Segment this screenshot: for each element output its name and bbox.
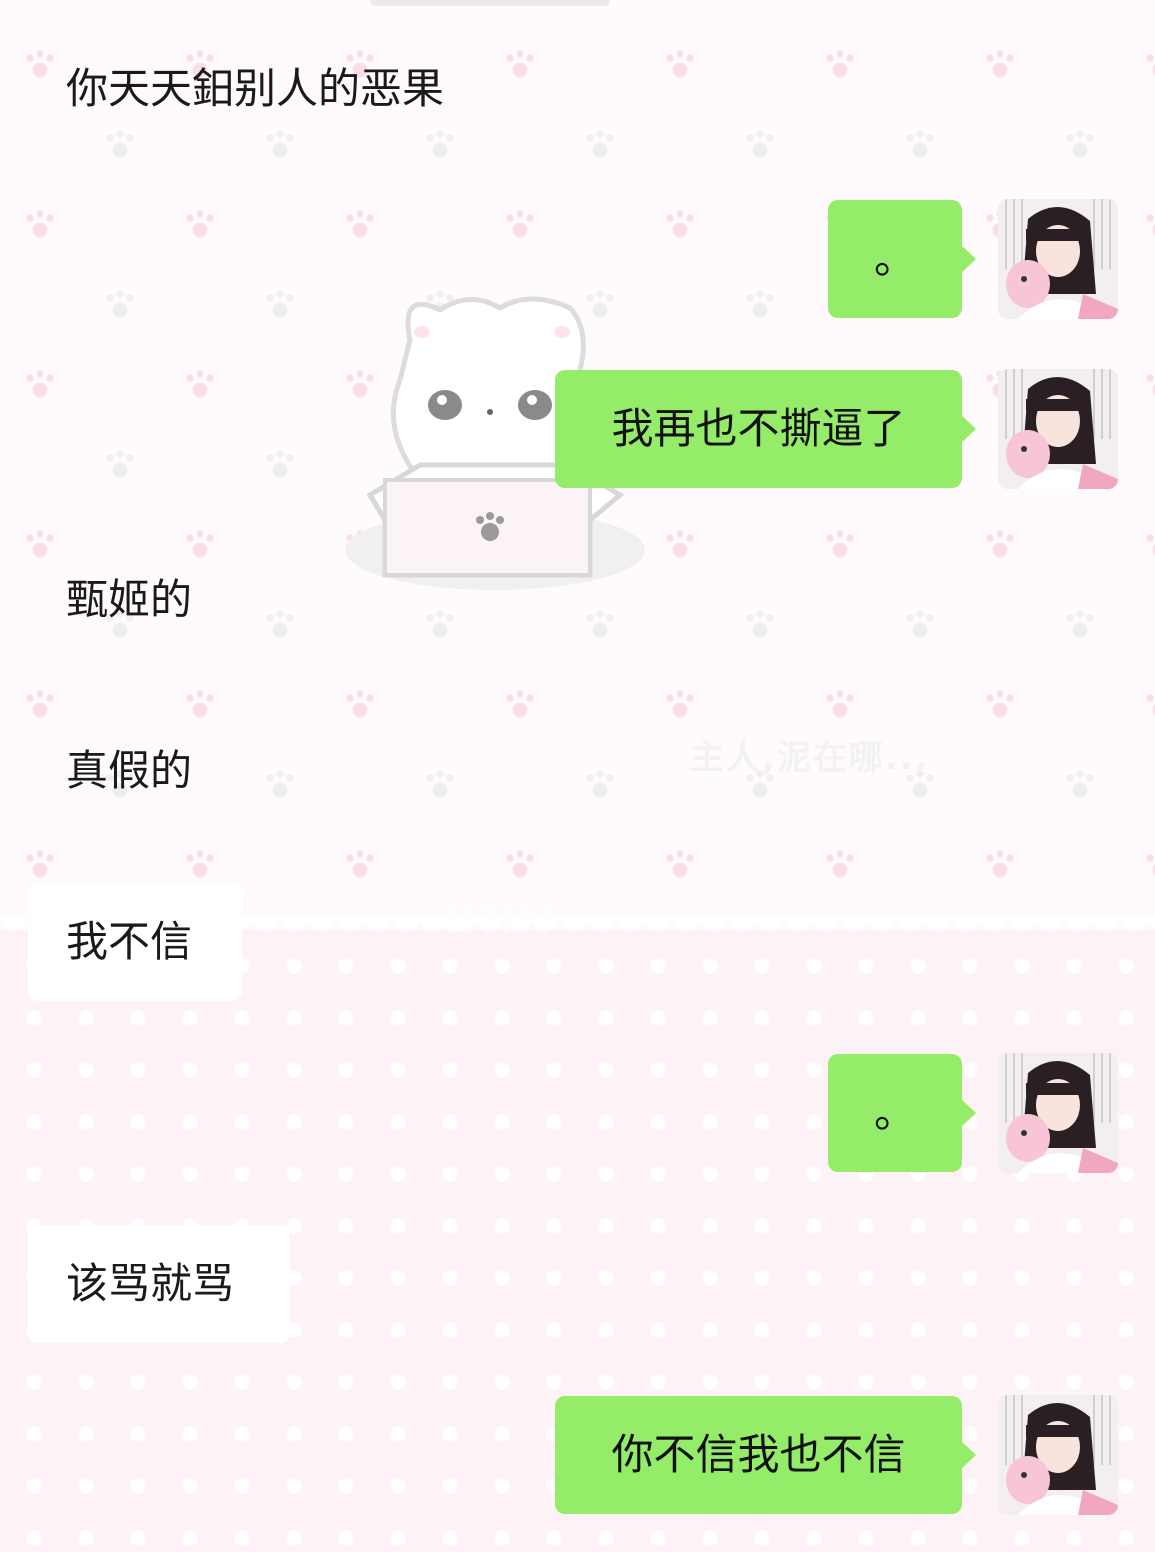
avatar-photo-icon <box>998 1053 1118 1173</box>
message-bubble-received[interactable]: 真假的 <box>28 712 268 830</box>
message-text: 我再也不撕逼了 <box>611 404 906 453</box>
previous-message-edge <box>370 0 610 6</box>
message-text: 。 <box>873 234 916 283</box>
watermark-text-secondary: IN????? <box>420 905 558 940</box>
message-bubble-sent[interactable]: 我再也不撕逼了 <box>555 370 976 488</box>
avatar-photo-icon <box>998 1395 1118 1515</box>
user-avatar[interactable] <box>998 1053 1118 1173</box>
message-text: 。 <box>873 1088 916 1137</box>
message-text: 该骂就骂 <box>66 1259 235 1308</box>
message-bubble-received[interactable]: 甄姬的 <box>28 541 268 659</box>
avatar-photo-icon <box>998 369 1118 489</box>
message-bubble-sent[interactable]: 。 <box>828 1054 976 1172</box>
message-text: 我不信 <box>66 917 193 966</box>
message-bubble-received[interactable]: 该骂就骂 <box>28 1225 290 1343</box>
user-avatar[interactable] <box>998 1395 1118 1515</box>
user-avatar[interactable] <box>998 199 1118 319</box>
message-text: 你天天鈤别人的恶果 <box>66 64 445 113</box>
avatar-photo-icon <box>998 199 1118 319</box>
message-text: 你不信我也不信 <box>611 1430 906 1479</box>
message-bubble-sent[interactable]: 你不信我也不信 <box>555 1396 976 1514</box>
message-bubble-received[interactable]: 我不信 <box>28 883 242 1001</box>
user-avatar[interactable] <box>998 369 1118 489</box>
message-bubble-sent[interactable]: 。 <box>828 200 976 318</box>
message-text: 甄姬的 <box>66 575 193 624</box>
message-text: 真假的 <box>66 746 193 795</box>
message-bubble-received[interactable]: 你天天鈤别人的恶果 <box>28 30 570 148</box>
watermark-text: 主人,泥在哪... <box>690 738 930 778</box>
